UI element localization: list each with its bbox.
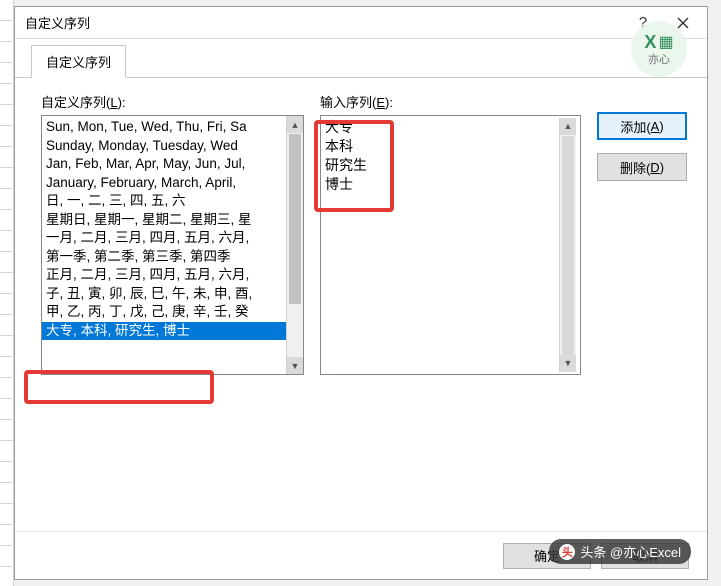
- list-item[interactable]: 日, 一, 二, 三, 四, 五, 六: [42, 192, 286, 211]
- scroll-up-button[interactable]: ▲: [287, 116, 303, 133]
- scroll-down-button[interactable]: ▼: [287, 357, 303, 374]
- watermark-text: 头条 @亦心Excel: [580, 542, 681, 561]
- delete-button[interactable]: 删除(D): [597, 153, 687, 181]
- tab-custom-lists[interactable]: 自定义序列: [31, 45, 126, 78]
- custom-lists-dialog: 自定义序列 ? X▦ 亦心 自定义序列 自定义序列(L): Sun, Mon, …: [14, 6, 708, 580]
- list-item-selected[interactable]: 大专, 本科, 研究生, 博士: [42, 322, 286, 341]
- close-button[interactable]: [663, 9, 703, 37]
- help-button[interactable]: ?: [623, 9, 663, 37]
- scroll-down-button[interactable]: ▼: [560, 355, 576, 372]
- list-item[interactable]: 甲, 乙, 丙, 丁, 戊, 己, 庚, 辛, 壬, 癸: [42, 303, 286, 322]
- scroll-up-button[interactable]: ▲: [560, 118, 576, 135]
- entries-scrollbar[interactable]: ▲ ▼: [559, 118, 576, 372]
- entries-textarea[interactable]: 大专 本科 研究生 博士 ▲ ▼: [320, 115, 581, 375]
- list-item[interactable]: 一月, 二月, 三月, 四月, 五月, 六月,: [42, 229, 286, 248]
- entries-text: 大专 本科 研究生 博士: [325, 118, 559, 372]
- custom-lists-box[interactable]: Sun, Mon, Tue, Wed, Thu, Fri, SaSunday, …: [41, 115, 304, 375]
- entries-column: 输入序列(E): 大专 本科 研究生 博士 ▲ ▼: [320, 92, 581, 521]
- list-item[interactable]: 正月, 二月, 三月, 四月, 五月, 六月,: [42, 266, 286, 285]
- buttons-column: 添加(A) 删除(D): [597, 92, 687, 521]
- dialog-content: 自定义序列(L): Sun, Mon, Tue, Wed, Thu, Fri, …: [15, 78, 707, 531]
- custom-lists-label: 自定义序列(L):: [41, 92, 304, 111]
- list-item[interactable]: Sun, Mon, Tue, Wed, Thu, Fri, Sa: [42, 118, 286, 137]
- scrollbar[interactable]: ▲ ▼: [286, 116, 303, 374]
- entries-label: 输入序列(E):: [320, 92, 581, 111]
- list-item[interactable]: January, February, March, April,: [42, 174, 286, 193]
- scroll-thumb[interactable]: [289, 134, 301, 304]
- watermark-pill: 头 头条 @亦心Excel: [549, 539, 691, 564]
- add-button[interactable]: 添加(A): [597, 112, 687, 140]
- dialog-title: 自定义序列: [25, 13, 623, 32]
- list-item[interactable]: 星期日, 星期一, 星期二, 星期三, 星: [42, 211, 286, 230]
- list-item[interactable]: 子, 丑, 寅, 卯, 辰, 巳, 午, 未, 申, 酉,: [42, 285, 286, 304]
- list-item[interactable]: Jan, Feb, Mar, Apr, May, Jun, Jul,: [42, 155, 286, 174]
- scroll-thumb[interactable]: [562, 136, 574, 356]
- close-icon: [677, 17, 689, 29]
- tab-bar: 自定义序列: [15, 39, 707, 78]
- custom-lists-column: 自定义序列(L): Sun, Mon, Tue, Wed, Thu, Fri, …: [41, 92, 304, 521]
- list-item[interactable]: 第一季, 第二季, 第三季, 第四季: [42, 248, 286, 267]
- spreadsheet-grid-background: [0, 0, 14, 586]
- list-item[interactable]: Sunday, Monday, Tuesday, Wed: [42, 137, 286, 156]
- watermark-icon: 头: [559, 544, 575, 560]
- titlebar: 自定义序列 ?: [15, 7, 707, 39]
